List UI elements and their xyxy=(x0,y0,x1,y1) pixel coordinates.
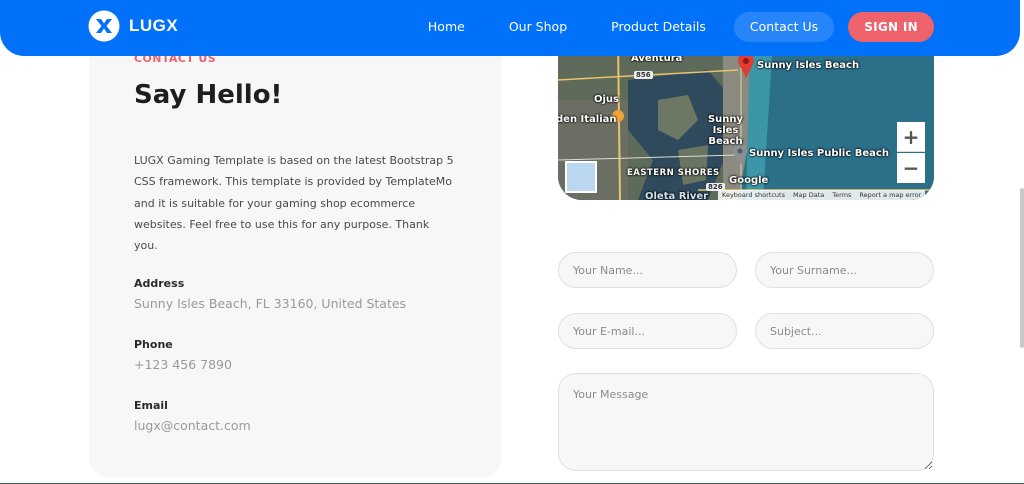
nav-home[interactable]: Home xyxy=(412,12,481,42)
map-keyboard-shortcuts-link[interactable]: Keyboard shortcuts xyxy=(718,191,789,199)
road-856-badge: 856 xyxy=(634,71,653,79)
phone-label: Phone xyxy=(134,338,173,351)
nav-product-details[interactable]: Product Details xyxy=(595,12,722,42)
map-label-public-beach: Sunny Isles Public Beach xyxy=(749,148,889,159)
location-map[interactable]: Aventura 856 Sunny Isles Beach Ojus den … xyxy=(558,40,934,200)
email-label: Email xyxy=(134,399,168,412)
map-label-sunny-isles-beach: Sunny Isles Beach xyxy=(757,60,860,71)
address-value: Sunny Isles Beach, FL 33160, United Stat… xyxy=(134,296,407,311)
sign-in-button[interactable]: SIGN IN xyxy=(848,12,934,42)
message-textarea[interactable] xyxy=(558,373,934,471)
contact-description: LUGX Gaming Template is based on the lat… xyxy=(134,154,454,253)
logo[interactable]: LUGX xyxy=(88,10,178,42)
map-zoom-out-button[interactable]: − xyxy=(897,153,925,183)
main-nav: Home Our Shop Product Details Contact Us… xyxy=(400,12,934,42)
email-input[interactable] xyxy=(558,313,737,349)
map-report-error-link[interactable]: Report a map error xyxy=(855,191,925,199)
map-label-italian: den Italian xyxy=(558,114,617,125)
contact-info-card: CONTACT US Say Hello! LUGX Gaming Templa… xyxy=(89,30,502,478)
map-label-oleta-river: Oleta River xyxy=(645,191,709,200)
map-label-sunny-isles: Sunny Isles Beach xyxy=(707,114,744,147)
nav-contact-us[interactable]: Contact Us xyxy=(733,12,835,42)
google-logo: Google xyxy=(729,175,769,186)
brand-name: LUGX xyxy=(129,16,179,35)
map-label-ojus: Ojus xyxy=(594,94,619,105)
logo-icon xyxy=(88,10,120,42)
map-zoom-in-button[interactable]: + xyxy=(897,122,925,152)
map-terms-link[interactable]: Terms xyxy=(828,191,855,199)
nav-our-shop[interactable]: Our Shop xyxy=(493,12,583,42)
site-header: LUGX Home Our Shop Product Details Conta… xyxy=(0,0,1020,56)
email-value: lugx@contact.com xyxy=(134,418,251,433)
phone-value: +123 456 7890 xyxy=(134,357,232,372)
map-attribution: Keyboard shortcuts Map Data Terms Report… xyxy=(718,190,926,200)
name-input[interactable] xyxy=(558,252,737,288)
map-data-link[interactable]: Map Data xyxy=(789,191,828,199)
page-scrollbar[interactable] xyxy=(1020,188,1024,348)
address-label: Address xyxy=(134,277,185,290)
map-label-eastern-shores: EASTERN SHORES xyxy=(627,168,720,178)
surname-input[interactable] xyxy=(755,252,934,288)
subject-input[interactable] xyxy=(755,313,934,349)
section-heading: Say Hello! xyxy=(134,80,283,110)
